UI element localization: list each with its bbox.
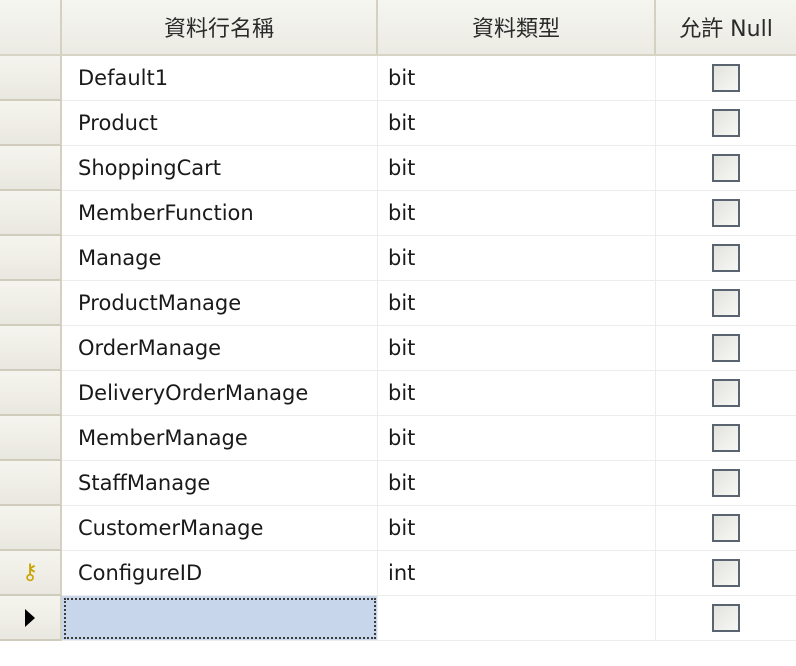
data-type-cell[interactable]: bit: [378, 236, 656, 281]
table-row[interactable]: Default1 bit: [0, 56, 796, 101]
column-name-header[interactable]: 資料行名稱: [62, 0, 378, 54]
allow-null-cell: [656, 506, 796, 551]
allow-null-checkbox[interactable]: [712, 379, 740, 407]
column-name-cell[interactable]: Product: [62, 101, 378, 146]
allow-null-cell: [656, 416, 796, 461]
column-name-cell[interactable]: MemberManage: [62, 416, 378, 461]
allow-null-checkbox[interactable]: [712, 559, 740, 587]
column-name-cell[interactable]: Default1: [62, 56, 378, 101]
grid-body: Default1 bit Product bit ShoppingCart bit Memb…: [0, 56, 796, 641]
data-type-cell[interactable]: bit: [378, 461, 656, 506]
allow-null-header[interactable]: 允許 Null: [656, 0, 796, 54]
row-selector[interactable]: ⚷: [0, 551, 62, 596]
row-selector[interactable]: [0, 596, 62, 641]
column-name-cell[interactable]: [62, 596, 378, 641]
allow-null-cell: [656, 281, 796, 326]
key-icon: ⚷: [21, 560, 39, 585]
new-row[interactable]: [0, 596, 796, 641]
table-row[interactable]: Manage bit: [0, 236, 796, 281]
row-selector[interactable]: [0, 191, 62, 236]
data-type-cell[interactable]: bit: [378, 326, 656, 371]
data-type-cell[interactable]: bit: [378, 416, 656, 461]
row-selector[interactable]: [0, 461, 62, 506]
allow-null-cell: [656, 191, 796, 236]
row-selector[interactable]: [0, 56, 62, 101]
arrow-right-icon: [25, 608, 35, 627]
allow-null-checkbox[interactable]: [712, 334, 740, 362]
data-type-cell[interactable]: bit: [378, 56, 656, 101]
table-row[interactable]: OrderManage bit: [0, 326, 796, 371]
row-selector[interactable]: [0, 281, 62, 326]
allow-null-checkbox[interactable]: [712, 154, 740, 182]
data-type-cell[interactable]: bit: [378, 371, 656, 416]
data-type-header[interactable]: 資料類型: [378, 0, 656, 54]
table-row[interactable]: StaffManage bit: [0, 461, 796, 506]
row-selector[interactable]: [0, 506, 62, 551]
allow-null-checkbox[interactable]: [712, 109, 740, 137]
column-name-cell[interactable]: MemberFunction: [62, 191, 378, 236]
column-name-cell[interactable]: ConfigureID: [62, 551, 378, 596]
table-row[interactable]: MemberFunction bit: [0, 191, 796, 236]
table-row[interactable]: DeliveryOrderManage bit: [0, 371, 796, 416]
row-selector[interactable]: [0, 371, 62, 416]
allow-null-checkbox[interactable]: [712, 244, 740, 272]
data-type-cell[interactable]: bit: [378, 506, 656, 551]
allow-null-checkbox[interactable]: [712, 424, 740, 452]
data-type-cell[interactable]: bit: [378, 146, 656, 191]
table-row[interactable]: ⚷ ConfigureID int: [0, 551, 796, 596]
allow-null-checkbox[interactable]: [712, 604, 740, 632]
data-type-cell[interactable]: [378, 596, 656, 641]
allow-null-checkbox[interactable]: [712, 469, 740, 497]
allow-null-cell: [656, 461, 796, 506]
allow-null-cell: [656, 326, 796, 371]
row-selector[interactable]: [0, 146, 62, 191]
row-selector[interactable]: [0, 101, 62, 146]
column-name-cell[interactable]: ShoppingCart: [62, 146, 378, 191]
table-row[interactable]: ProductManage bit: [0, 281, 796, 326]
allow-null-cell: [656, 101, 796, 146]
table-row[interactable]: CustomerManage bit: [0, 506, 796, 551]
allow-null-cell: [656, 56, 796, 101]
column-name-cell[interactable]: OrderManage: [62, 326, 378, 371]
column-name-cell[interactable]: DeliveryOrderManage: [62, 371, 378, 416]
allow-null-checkbox[interactable]: [712, 289, 740, 317]
allow-null-cell: [656, 596, 796, 641]
data-type-cell[interactable]: bit: [378, 101, 656, 146]
column-name-cell[interactable]: ProductManage: [62, 281, 378, 326]
data-type-cell[interactable]: bit: [378, 191, 656, 236]
grid-header: 資料行名稱 資料類型 允許 Null: [0, 0, 796, 56]
table-row[interactable]: MemberManage bit: [0, 416, 796, 461]
column-name-cell[interactable]: CustomerManage: [62, 506, 378, 551]
row-selector[interactable]: [0, 326, 62, 371]
allow-null-checkbox[interactable]: [712, 64, 740, 92]
allow-null-checkbox[interactable]: [712, 199, 740, 227]
table-designer-grid: 資料行名稱 資料類型 允許 Null Default1 bit Product bit…: [0, 0, 796, 666]
data-type-cell[interactable]: bit: [378, 281, 656, 326]
allow-null-cell: [656, 551, 796, 596]
allow-null-cell: [656, 236, 796, 281]
data-type-cell[interactable]: int: [378, 551, 656, 596]
allow-null-cell: [656, 146, 796, 191]
column-name-cell[interactable]: StaffManage: [62, 461, 378, 506]
allow-null-cell: [656, 371, 796, 416]
column-name-cell[interactable]: Manage: [62, 236, 378, 281]
row-selector[interactable]: [0, 416, 62, 461]
row-selector-header: [0, 0, 62, 54]
table-row[interactable]: Product bit: [0, 101, 796, 146]
row-selector[interactable]: [0, 236, 62, 281]
table-row[interactable]: ShoppingCart bit: [0, 146, 796, 191]
allow-null-checkbox[interactable]: [712, 514, 740, 542]
